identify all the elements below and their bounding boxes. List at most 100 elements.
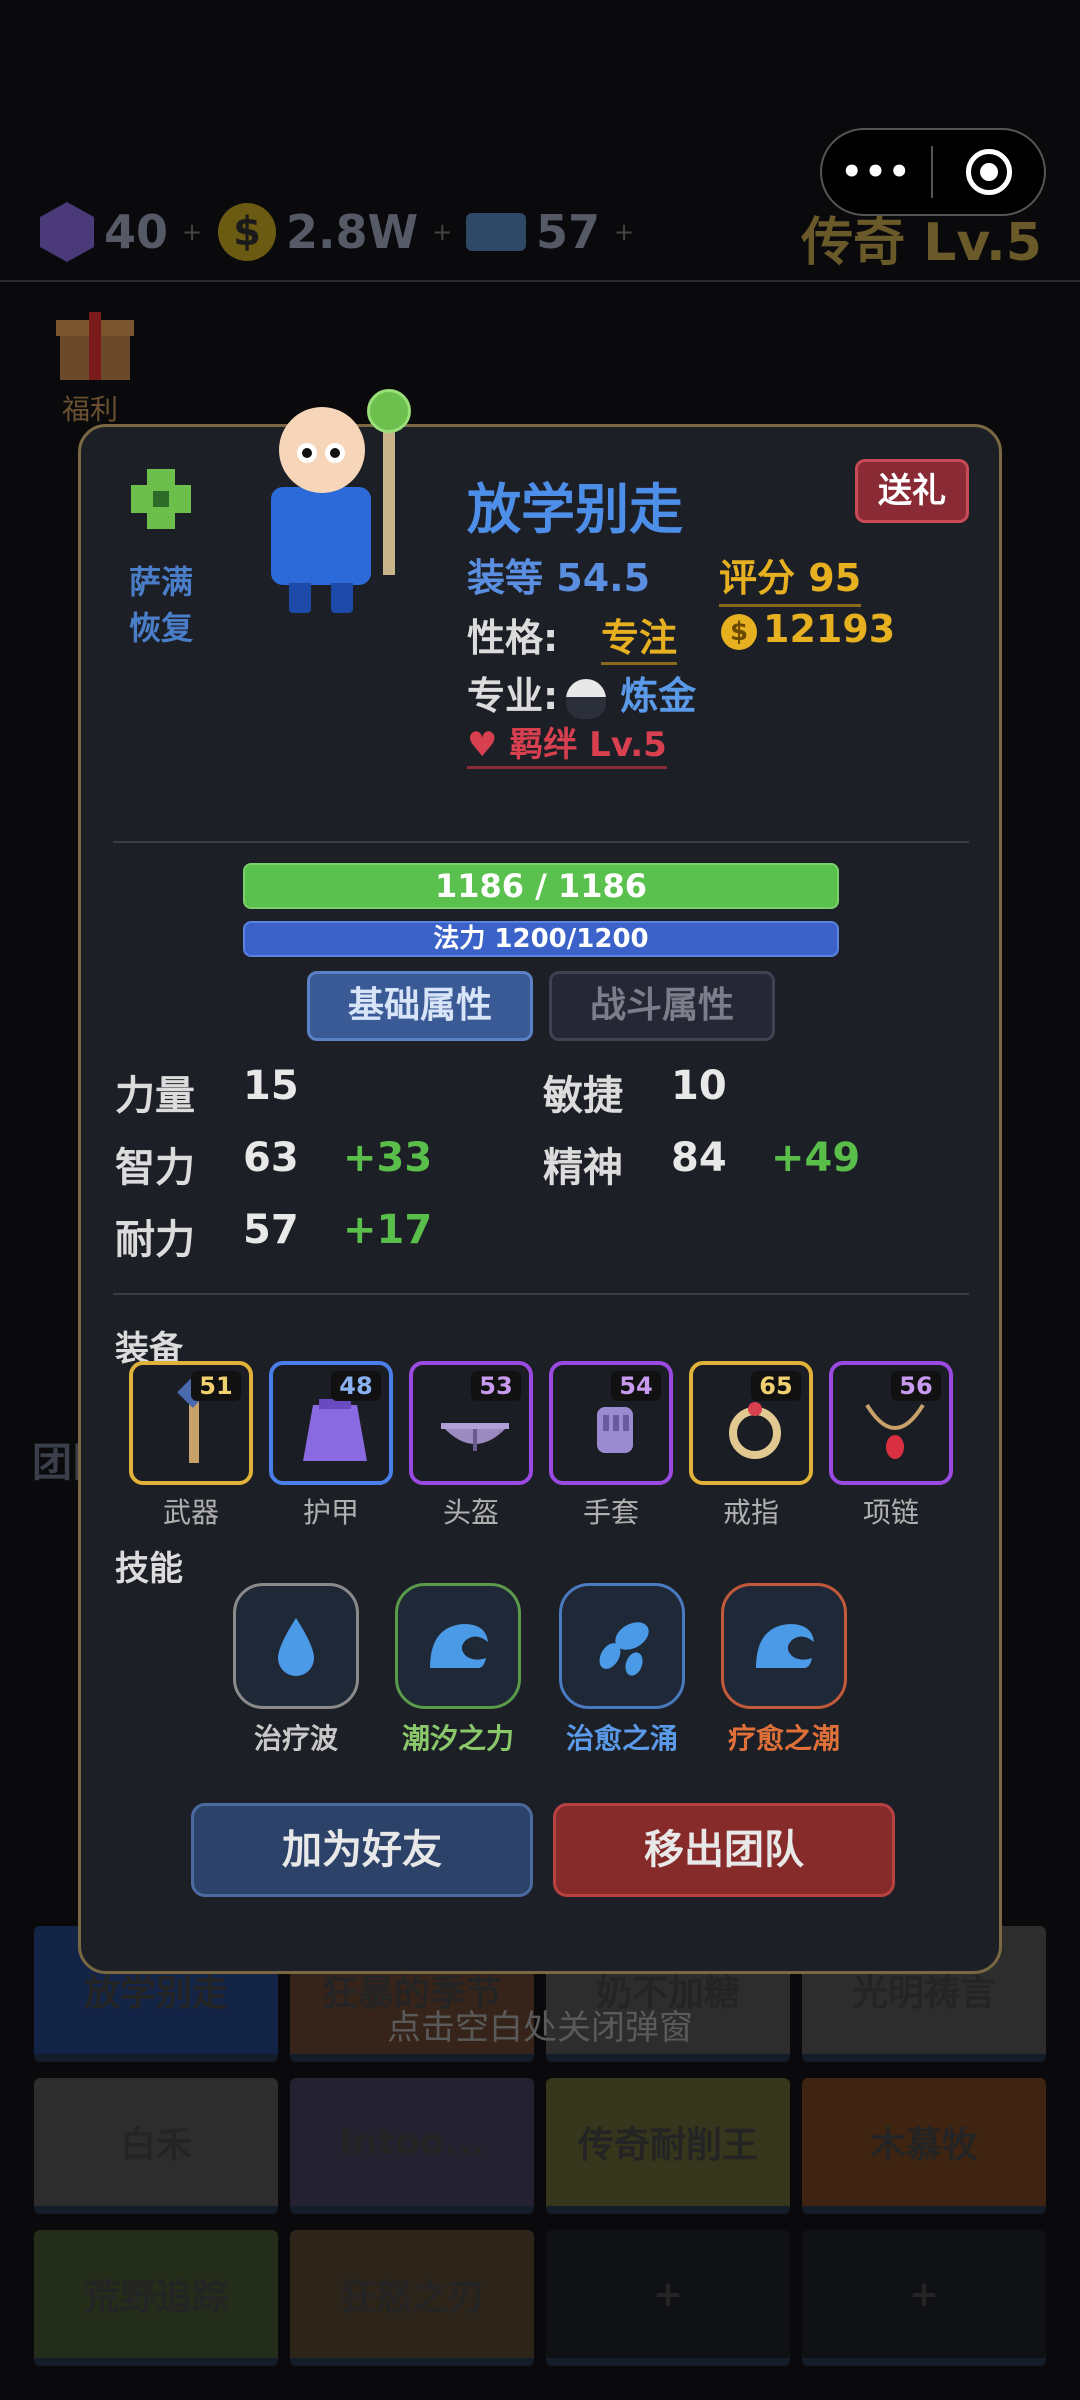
stat-value: 10 bbox=[671, 1063, 727, 1109]
equipment-slot[interactable]: 53 bbox=[409, 1361, 533, 1485]
mini-program-capsule: ••• bbox=[820, 128, 1046, 216]
character-avatar bbox=[271, 389, 441, 617]
team-slot[interactable]: + bbox=[802, 2230, 1046, 2366]
personality-label: 性格: bbox=[467, 616, 559, 660]
stat-bonus: +49 bbox=[771, 1135, 861, 1181]
profession-label: 专业: bbox=[467, 674, 559, 718]
coin-balance-value: 12193 bbox=[763, 607, 896, 651]
stat-value: 84 bbox=[671, 1135, 727, 1181]
close-program-button[interactable] bbox=[933, 149, 1044, 195]
skill-button[interactable] bbox=[559, 1583, 685, 1709]
splash-icon bbox=[599, 1622, 649, 1676]
equipment-slot[interactable]: 65 bbox=[689, 1361, 813, 1485]
coin-icon: $ bbox=[218, 203, 276, 261]
skill-label: 治愈之涌 bbox=[565, 1722, 678, 1755]
heart-icon: ♥ bbox=[467, 725, 498, 765]
personality-value[interactable]: 专注 bbox=[601, 607, 678, 665]
equipment-slot-label: 护甲 bbox=[302, 1496, 359, 1529]
skill-label: 治疗波 bbox=[253, 1722, 338, 1755]
coin-balance: $12193 bbox=[721, 607, 895, 651]
stat-value: 57 bbox=[243, 1207, 299, 1253]
stat-value: 15 bbox=[243, 1063, 299, 1109]
gift-icon[interactable] bbox=[56, 306, 134, 380]
add-friend-button[interactable]: 加为好友 bbox=[191, 1803, 533, 1897]
staff-orb bbox=[367, 389, 411, 433]
score-label: 评分 bbox=[719, 556, 796, 600]
send-gift-button[interactable]: 送礼 bbox=[855, 459, 969, 523]
skill-label: 疗愈之潮 bbox=[727, 1722, 840, 1755]
equipment-slot-label: 头盔 bbox=[442, 1496, 499, 1529]
divider bbox=[113, 841, 969, 843]
remove-from-team-button[interactable]: 移出团队 bbox=[553, 1803, 895, 1897]
wave-icon bbox=[430, 1624, 488, 1668]
stat-name: 力量 bbox=[115, 1073, 195, 1119]
stat-bonus: +17 bbox=[343, 1207, 433, 1253]
gem-count: 40 bbox=[104, 205, 169, 259]
class-skill-label: 萨满 恢复 bbox=[111, 559, 211, 651]
bond-label: 羁绊 Lv.5 bbox=[509, 725, 667, 765]
bond-level[interactable]: ♥ 羁绊 Lv.5 bbox=[467, 717, 667, 769]
team-slot[interactable]: 传奇耐削王 bbox=[546, 2078, 790, 2214]
score[interactable]: 评分 95 bbox=[719, 547, 862, 607]
player-name: 放学别走 bbox=[467, 478, 683, 541]
gear-level-label: 装等 bbox=[467, 556, 544, 600]
item-level-badge: 48 bbox=[331, 1371, 381, 1401]
profession-value: 炼金 bbox=[620, 674, 697, 718]
water-drop-icon bbox=[278, 1618, 314, 1676]
stat-name: 敏捷 bbox=[543, 1073, 623, 1119]
member-profile-modal: 萨满 恢复 放学别走 送礼 装等 54.5 评分 95 性格: 专注 $ 121… bbox=[78, 389, 1002, 1974]
stat-bonus: +33 bbox=[343, 1135, 433, 1181]
target-icon bbox=[965, 149, 1012, 195]
class-skill-line1: 萨满 bbox=[128, 563, 193, 601]
stat-name: 智力 bbox=[115, 1145, 195, 1191]
equipment-slot[interactable]: 48 bbox=[269, 1361, 393, 1485]
close-hint: 点击空白处关闭弹窗 bbox=[387, 2008, 693, 2048]
tab-combat-attributes[interactable]: 战斗属性 bbox=[549, 971, 775, 1041]
ticket-count: 57 bbox=[536, 205, 601, 259]
stat-name: 耐力 bbox=[115, 1217, 195, 1263]
team-slot[interactable]: 白禾 bbox=[34, 2078, 278, 2214]
ticket-icon bbox=[466, 213, 526, 251]
gold-count: 2.8W bbox=[286, 205, 419, 259]
ticket-add[interactable]: + bbox=[614, 218, 634, 246]
equipment-slot-label: 武器 bbox=[162, 1496, 219, 1529]
mana-bar: 法力 1200/1200 bbox=[243, 921, 839, 957]
equipment-slot[interactable]: 54 bbox=[549, 1361, 673, 1485]
team-slot[interactable]: + bbox=[546, 2230, 790, 2366]
skill-button[interactable] bbox=[721, 1583, 847, 1709]
item-level-badge: 53 bbox=[471, 1371, 521, 1401]
skill-button[interactable] bbox=[395, 1583, 521, 1709]
avatar-body bbox=[271, 487, 371, 585]
more-menu-button[interactable]: ••• bbox=[822, 152, 931, 192]
gem-add[interactable]: + bbox=[182, 218, 202, 246]
team-slot[interactable]: Intoo... bbox=[290, 2078, 534, 2214]
profession: 专业: 炼金 bbox=[467, 665, 696, 720]
flask-icon bbox=[566, 678, 607, 719]
welfare-label: 福利 bbox=[62, 393, 119, 426]
coin-icon: $ bbox=[721, 613, 757, 650]
stat-name: 精神 bbox=[543, 1145, 623, 1191]
equipment-slot-label: 戒指 bbox=[722, 1496, 779, 1529]
team-slot[interactable]: 狂怒之刃 bbox=[290, 2230, 534, 2366]
equipment-slot[interactable]: 51 bbox=[129, 1361, 253, 1485]
heal-cross-icon bbox=[131, 469, 191, 529]
team-slot[interactable]: 荒野追踪 bbox=[34, 2230, 278, 2366]
item-level-badge: 56 bbox=[891, 1371, 941, 1401]
gem-counter: 40 + bbox=[40, 200, 202, 264]
equipment-slot[interactable]: 56 bbox=[829, 1361, 953, 1485]
item-level-badge: 54 bbox=[611, 1371, 661, 1401]
gear-level-value: 54.5 bbox=[556, 556, 651, 600]
item-level-badge: 65 bbox=[751, 1371, 801, 1401]
score-value: 95 bbox=[808, 556, 862, 600]
stat-value: 63 bbox=[243, 1135, 299, 1181]
equipment-slot-label: 项链 bbox=[862, 1496, 919, 1529]
wave-icon bbox=[756, 1624, 814, 1668]
class-skill[interactable]: 萨满 恢复 bbox=[111, 469, 211, 651]
health-bar: 1186 / 1186 bbox=[243, 863, 839, 909]
tab-basic-attributes[interactable]: 基础属性 bbox=[307, 971, 533, 1041]
skill-button[interactable] bbox=[233, 1583, 359, 1709]
skills-title: 技能 bbox=[115, 1549, 183, 1589]
gold-add[interactable]: + bbox=[432, 218, 452, 246]
team-slot[interactable]: 木慕牧 bbox=[802, 2078, 1046, 2214]
screen: 40 + $ 2.8W + 57 + 传奇 Lv.5 ••• 福利 团队 放学别走 狂暴… bbox=[0, 0, 1080, 2400]
